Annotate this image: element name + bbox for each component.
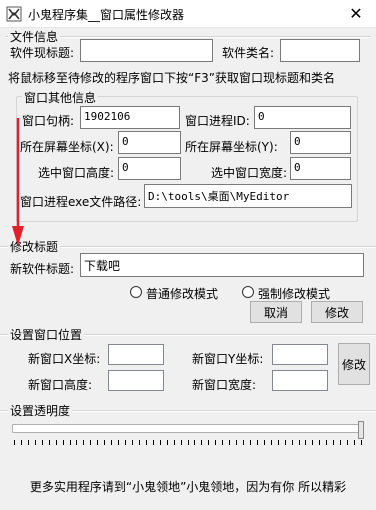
annotation-arrow-icon xyxy=(12,118,24,246)
